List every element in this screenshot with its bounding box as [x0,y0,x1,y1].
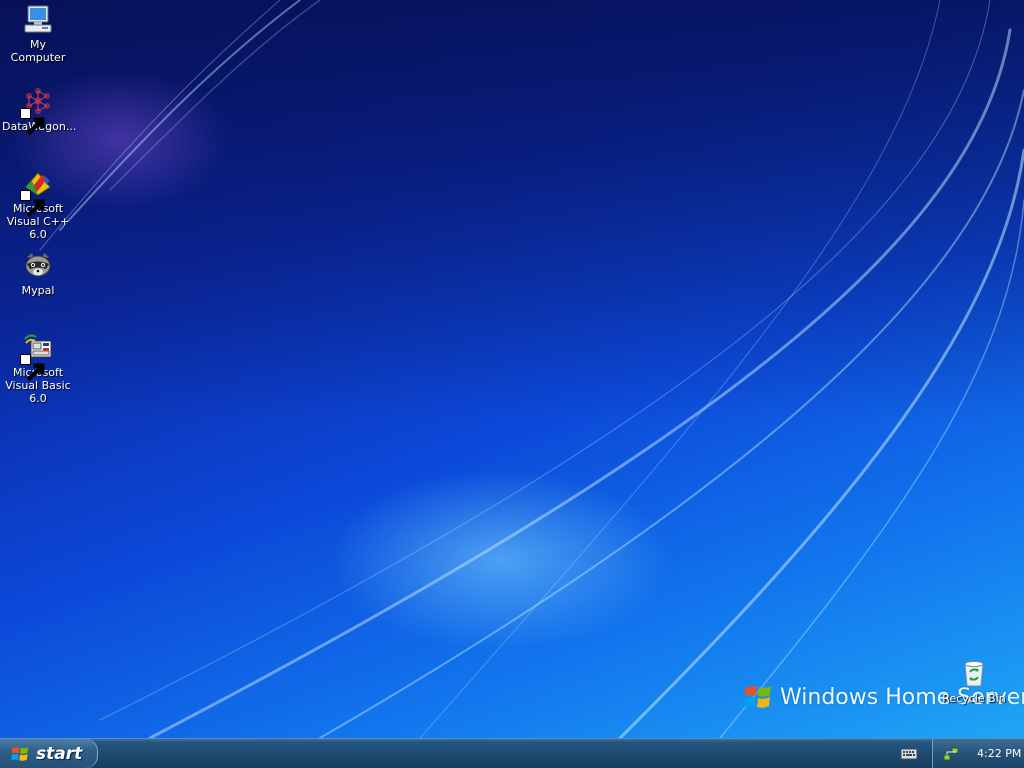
desktop-icon-mypal[interactable]: Mypal [0,249,76,297]
recycle-bin-icon [958,657,990,689]
start-button[interactable]: start [0,739,98,768]
screen: My Computer DataWagon... Microsoft Visua… [0,0,1024,768]
desktop-icon-recycle-bin[interactable]: Recycle Bin [936,657,1012,705]
desktop-icon-visual-basic[interactable]: Microsoft Visual Basic 6.0 [0,331,76,405]
shortcut-arrow-icon [20,190,45,218]
visual-basic-icon [20,331,54,382]
windows-flag-icon [10,744,30,764]
my-computer-icon [22,3,54,35]
system-tray: 4:22 PM [932,739,1024,768]
keyboard-icon[interactable] [900,745,918,763]
clock[interactable]: 4:22 PM [977,747,1021,760]
desktop-icon-datawagon[interactable]: DataWagon... [0,85,76,136]
desktop-icon-label: Mypal [21,284,55,297]
windows-flag-icon [742,681,774,713]
desktop-icon-my-computer[interactable]: My Computer [0,3,76,64]
desktop-icon-label: My Computer [10,38,66,64]
shortcut-arrow-icon [20,108,45,136]
taskbar[interactable]: start 4:22 PM [0,738,1024,768]
visual-cpp-icon [20,167,54,218]
shortcut-arrow-icon [20,354,45,382]
desktop[interactable]: My Computer DataWagon... Microsoft Visua… [0,0,1024,738]
network-icon[interactable] [943,746,959,762]
desktop-icon-visual-cpp[interactable]: Microsoft Visual C++ 6.0 [0,167,76,241]
start-label: start [36,743,83,764]
mypal-raccoon-icon [22,249,54,281]
wallpaper-streaks [0,0,1024,738]
desktop-icon-label: Recycle Bin [942,692,1006,705]
datawagon-icon [20,85,54,136]
